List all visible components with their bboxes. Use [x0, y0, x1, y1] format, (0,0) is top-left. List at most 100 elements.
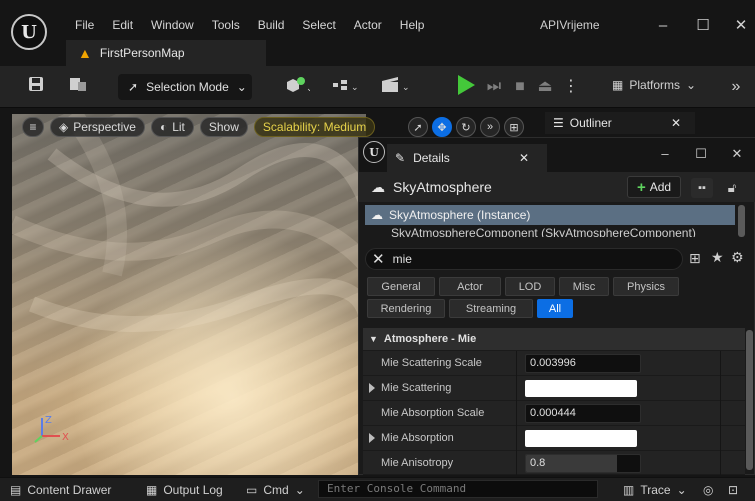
details-scrollbar[interactable] [746, 330, 753, 470]
content-drawer-icon: ▤ [10, 483, 22, 497]
clear-search-icon[interactable]: ✕ [372, 250, 385, 268]
add-actor-icon[interactable]: ⌄ [282, 76, 314, 98]
menu-help[interactable]: Help [391, 12, 434, 38]
filter-actor[interactable]: Actor [439, 277, 501, 296]
property-row: Mie Anisotropy 0.8 [363, 451, 745, 476]
component-row[interactable]: SkyAtmosphereComponent (SkyAtmosphereCom… [365, 225, 749, 237]
outliner-tab[interactable]: ☰ Outliner ✕ [545, 112, 695, 134]
column-divider [516, 351, 517, 376]
close-button[interactable]: ✕ [726, 14, 755, 38]
property-label: Mie Absorption Scale [381, 407, 485, 419]
play-button[interactable] [458, 75, 475, 95]
move-tool-icon[interactable]: ✥ [432, 117, 452, 137]
add-label: Add [649, 180, 672, 194]
property-label: Mie Absorption [381, 432, 454, 444]
instance-row[interactable]: ☁ SkyAtmosphere (Instance) [365, 205, 735, 225]
category-header[interactable]: ▼ Atmosphere - Mie [363, 328, 745, 350]
settings-gear-icon[interactable]: ⚙ [731, 249, 744, 266]
menu-file[interactable]: File [66, 12, 103, 38]
save-icon[interactable] [26, 76, 46, 98]
maximize-button[interactable]: ☐ [688, 14, 718, 38]
perspective-label: Perspective [73, 120, 136, 134]
main-menu: File Edit Window Tools Build Select Acto… [66, 12, 433, 38]
sky-atmosphere-icon: ☁ [371, 178, 385, 195]
more-options-icon[interactable]: ⋮ [563, 76, 579, 98]
actor-name: SkyAtmosphere [393, 179, 492, 195]
pencil-icon: ✎ [395, 151, 406, 165]
blueprint-icon[interactable]: ⌄ [330, 76, 360, 98]
cinematics-icon[interactable]: ⌄ [378, 76, 412, 98]
mie-scattering-scale-field[interactable]: 0.003996 [525, 354, 641, 373]
property-row: Mie Absorption Scale 0.000444 [363, 401, 745, 426]
select-tool-icon[interactable]: ➚ [408, 117, 428, 137]
favorites-star-icon[interactable]: ★ [711, 249, 724, 266]
filter-lod[interactable]: LOD [505, 277, 555, 296]
details-tab[interactable]: ✎ Details ✕ [387, 144, 547, 172]
rotate-tool-icon[interactable]: ↻ [456, 117, 476, 137]
grid-snap-icon[interactable]: ⊞ [504, 117, 524, 137]
menu-select[interactable]: Select [293, 12, 344, 38]
property-matrix-icon[interactable]: ⊞ [689, 250, 701, 267]
platforms-dropdown[interactable]: ▦ Platforms ⌄ [612, 78, 696, 92]
mie-absorption-color-swatch[interactable] [525, 430, 637, 447]
minimize-button[interactable]: – [653, 146, 677, 161]
expand-arrow-icon[interactable] [369, 433, 375, 443]
minimize-button[interactable]: – [648, 14, 678, 38]
perspective-button[interactable]: ◈ Perspective [50, 117, 145, 137]
derived-data-icon[interactable]: ◎ [703, 482, 713, 498]
menu-edit[interactable]: Edit [103, 12, 142, 38]
mie-absorption-scale-field[interactable]: 0.000444 [525, 404, 641, 423]
filter-misc[interactable]: Misc [559, 277, 609, 296]
trace-dropdown[interactable]: ▥ Trace ⌄ [623, 482, 687, 498]
logo-letter: U [21, 21, 37, 43]
stop-icon[interactable]: ■ [511, 76, 529, 98]
blueprint-options-icon[interactable]: ▪▪ [691, 178, 713, 198]
menu-actor[interactable]: Actor [345, 12, 391, 38]
output-log-button[interactable]: ▦ Output Log [146, 482, 223, 498]
plus-icon: + [636, 178, 646, 196]
show-button[interactable]: Show [199, 117, 248, 137]
component-tree-scrollbar[interactable] [738, 205, 745, 237]
expand-tools-icon[interactable]: » [480, 117, 500, 137]
details-title-bar: U ✎ Details ✕ – ☐ ✕ [359, 138, 755, 172]
project-name: APIVrijeme [540, 18, 600, 32]
close-icon[interactable]: ✕ [671, 116, 681, 130]
details-window: U ✎ Details ✕ – ☐ ✕ ☁ SkyAtmosphere + Ad… [358, 137, 755, 476]
expand-arrow-icon[interactable] [369, 383, 375, 393]
content-drawer-button[interactable]: ▤ Content Drawer [10, 482, 111, 498]
toolbar-overflow-icon[interactable]: » [726, 76, 746, 98]
property-row: Mie Scattering [363, 376, 745, 401]
selection-mode-dropdown[interactable]: ➚ Selection Mode ⌄ [118, 74, 252, 100]
filter-streaming[interactable]: Streaming [449, 299, 533, 318]
filter-general[interactable]: General [367, 277, 435, 296]
lock-icon[interactable]: 🔓︎ [721, 178, 743, 198]
step-icon[interactable]: ⏭ [484, 76, 504, 98]
mie-scattering-color-swatch[interactable] [525, 380, 637, 397]
content-browser-icon[interactable] [66, 76, 90, 98]
cmd-dropdown[interactable]: ▭ Cmd ⌄ [246, 482, 305, 498]
filter-all[interactable]: All [537, 299, 573, 318]
property-row: Mie Absorption [363, 426, 745, 451]
menu-build[interactable]: Build [249, 12, 294, 38]
menu-tools[interactable]: Tools [203, 12, 249, 38]
close-icon[interactable]: ✕ [519, 151, 529, 165]
eject-icon[interactable]: ⏏ [535, 76, 555, 98]
maximize-button[interactable]: ☐ [689, 146, 713, 162]
output-log-label: Output Log [163, 483, 223, 497]
search-input[interactable] [392, 252, 663, 266]
filter-rendering[interactable]: Rendering [367, 299, 445, 318]
source-control-icon[interactable]: ⊡ [728, 482, 738, 498]
close-button[interactable]: ✕ [725, 146, 749, 162]
unreal-logo-icon[interactable]: U [11, 14, 47, 50]
mie-anisotropy-slider[interactable]: 0.8 [525, 454, 641, 473]
menu-window[interactable]: Window [142, 12, 203, 38]
map-tab[interactable]: ▲ FirstPersonMap [66, 40, 266, 66]
column-divider [720, 376, 721, 401]
filter-physics[interactable]: Physics [613, 277, 679, 296]
viewport-menu-button[interactable]: ≡ [22, 117, 44, 137]
axis-gizmo: Z X [34, 415, 69, 443]
lit-button[interactable]: ◐ Lit [150, 117, 194, 137]
console-command-input[interactable]: Enter Console Command [318, 480, 598, 498]
scalability-button[interactable]: Scalability: Medium [253, 117, 376, 137]
add-component-button[interactable]: + Add [627, 176, 681, 198]
